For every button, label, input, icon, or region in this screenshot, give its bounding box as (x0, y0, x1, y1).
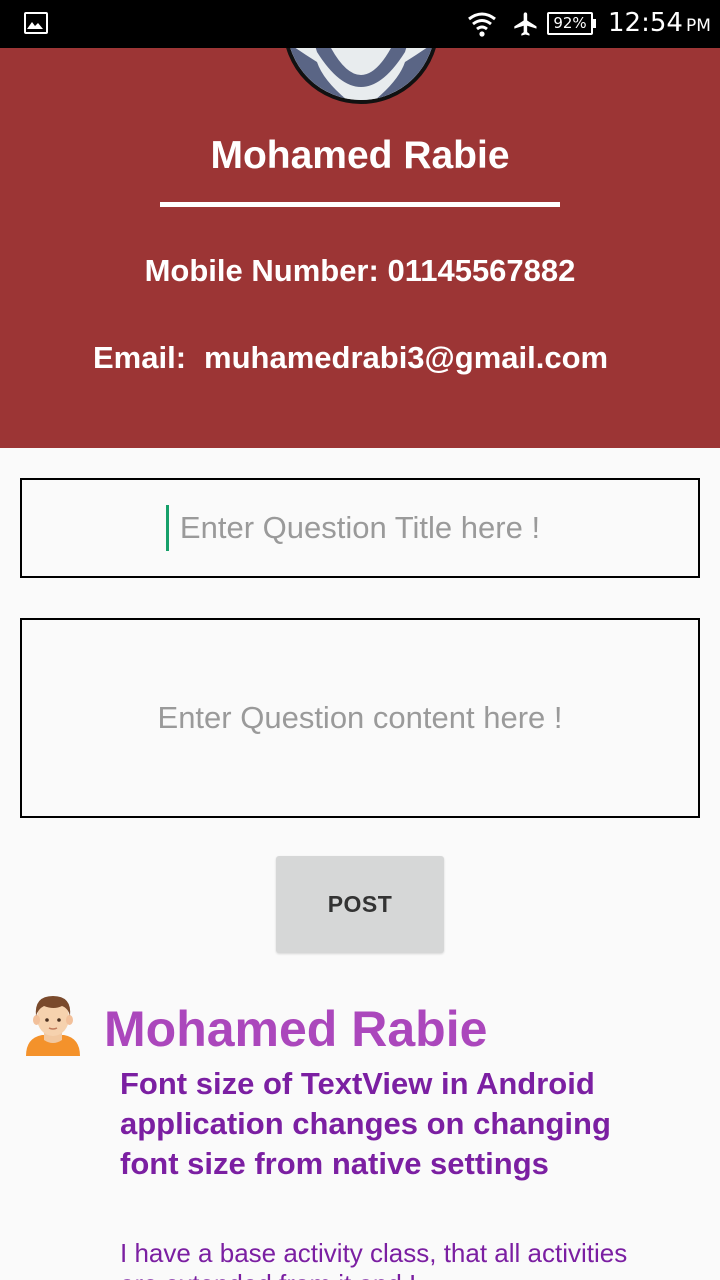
battery-icon: 92% (547, 12, 596, 35)
airplane-mode-icon (514, 12, 537, 36)
post-author: Mohamed Rabie (104, 1001, 488, 1057)
text-cursor (166, 505, 169, 551)
profile-header: Mohamed Rabie Mobile Number: 01145567882… (0, 48, 720, 448)
post-title[interactable]: Font size of TextView in Android applica… (120, 1064, 640, 1184)
question-title-input[interactable] (20, 478, 700, 578)
post-body: I have a base activity class, that all a… (120, 1238, 628, 1280)
email-row: Email: muhamedrabi3@gmail.com (93, 340, 608, 376)
name-divider (160, 202, 560, 207)
email-value: muhamedrabi3@gmail.com (204, 340, 609, 375)
mobile-label: Mobile Number: (144, 253, 379, 288)
wifi-icon (468, 12, 496, 37)
gallery-icon (24, 12, 48, 34)
question-content-input[interactable] (20, 618, 700, 818)
person-avatar-icon (24, 990, 82, 1056)
mobile-value: 01145567882 (387, 253, 576, 288)
post-button[interactable]: POST (276, 856, 444, 953)
mobile-number-row: Mobile Number: 01145567882 (0, 253, 720, 289)
email-label: Email: (93, 340, 187, 375)
clock: 12:54 PM (608, 8, 711, 38)
status-bar: 92% 12:54 PM (0, 0, 720, 48)
profile-name: Mohamed Rabie (210, 134, 510, 177)
clock-ampm: PM (685, 16, 711, 36)
clock-time: 12:54 (608, 8, 683, 38)
profile-avatar[interactable] (283, 48, 439, 104)
